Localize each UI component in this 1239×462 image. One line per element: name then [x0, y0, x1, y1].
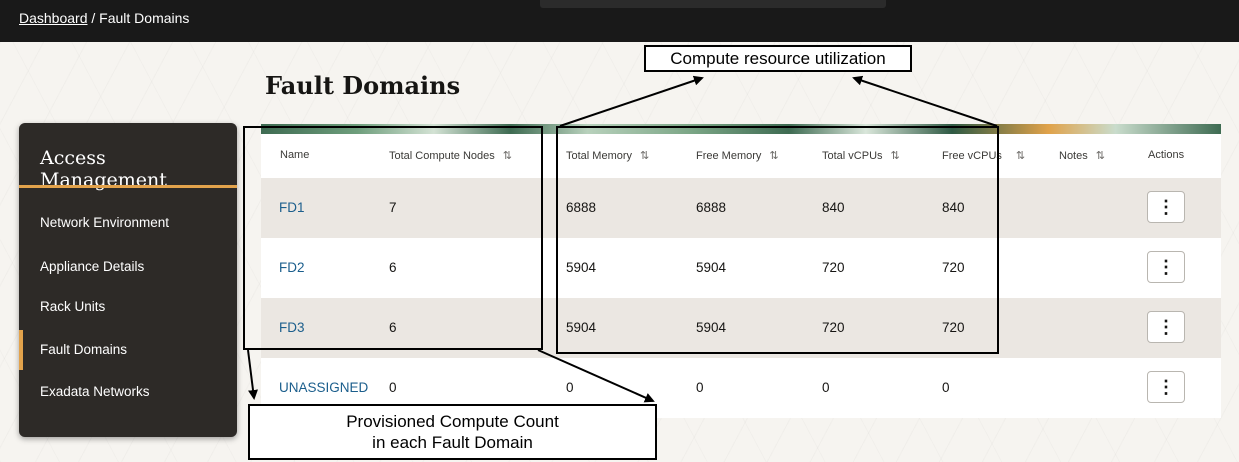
cell-total-compute-nodes: 0: [389, 380, 397, 395]
breadcrumb-current: Fault Domains: [99, 10, 190, 26]
actions-menu-button[interactable]: ⋮: [1147, 371, 1185, 403]
cell-total-memory: 0: [566, 380, 574, 395]
kebab-icon: ⋮: [1157, 376, 1175, 397]
utilization-annotation-label: Compute resource utilization: [644, 45, 912, 72]
actions-menu-button[interactable]: ⋮: [1147, 191, 1185, 223]
provisioned-annotation-line1: Provisioned Compute Count: [346, 412, 559, 431]
fault-domain-name-link[interactable]: UNASSIGNED: [279, 380, 368, 395]
provisioned-annotation-label: Provisioned Compute Count in each Fault …: [248, 404, 657, 460]
actions-menu-button[interactable]: ⋮: [1147, 311, 1185, 343]
cell-total-vcpus: 0: [822, 380, 830, 395]
provisioned-compute-highlight-box: [243, 126, 543, 350]
top-bar: Dashboard / Fault Domains: [0, 0, 1239, 42]
sidebar: Access Management Network Environment Ap…: [19, 123, 237, 437]
sidebar-header-accent: [19, 185, 237, 188]
sidebar-item-rack-units[interactable]: Rack Units: [19, 293, 237, 319]
sidebar-item-exadata-networks[interactable]: Exadata Networks: [19, 378, 237, 404]
breadcrumb-separator: /: [87, 10, 100, 26]
utilization-highlight-box: [556, 126, 999, 354]
sort-icon[interactable]: ⇅: [1096, 150, 1105, 162]
breadcrumb: Dashboard / Fault Domains: [19, 10, 189, 26]
provisioned-annotation-line2: in each Fault Domain: [372, 433, 533, 452]
column-header-actions: Actions: [1148, 149, 1185, 161]
sidebar-item-fault-domains[interactable]: Fault Domains: [19, 330, 237, 370]
cell-free-memory: 0: [696, 380, 704, 395]
breadcrumb-dashboard-link[interactable]: Dashboard: [19, 10, 88, 26]
cell-free-vcpus: 0: [942, 380, 950, 395]
kebab-icon: ⋮: [1157, 256, 1175, 277]
sort-icon[interactable]: ⇅: [1016, 150, 1025, 162]
sidebar-item-appliance-details[interactable]: Appliance Details: [19, 253, 237, 279]
actions-menu-button[interactable]: ⋮: [1147, 251, 1185, 283]
page-title: Fault Domains: [265, 71, 461, 100]
top-center-tab: [540, 0, 886, 8]
sidebar-item-network-environment[interactable]: Network Environment: [19, 209, 237, 235]
kebab-icon: ⋮: [1157, 316, 1175, 337]
column-header-notes[interactable]: Notes ⇅: [1059, 149, 1105, 162]
kebab-icon: ⋮: [1157, 196, 1175, 217]
